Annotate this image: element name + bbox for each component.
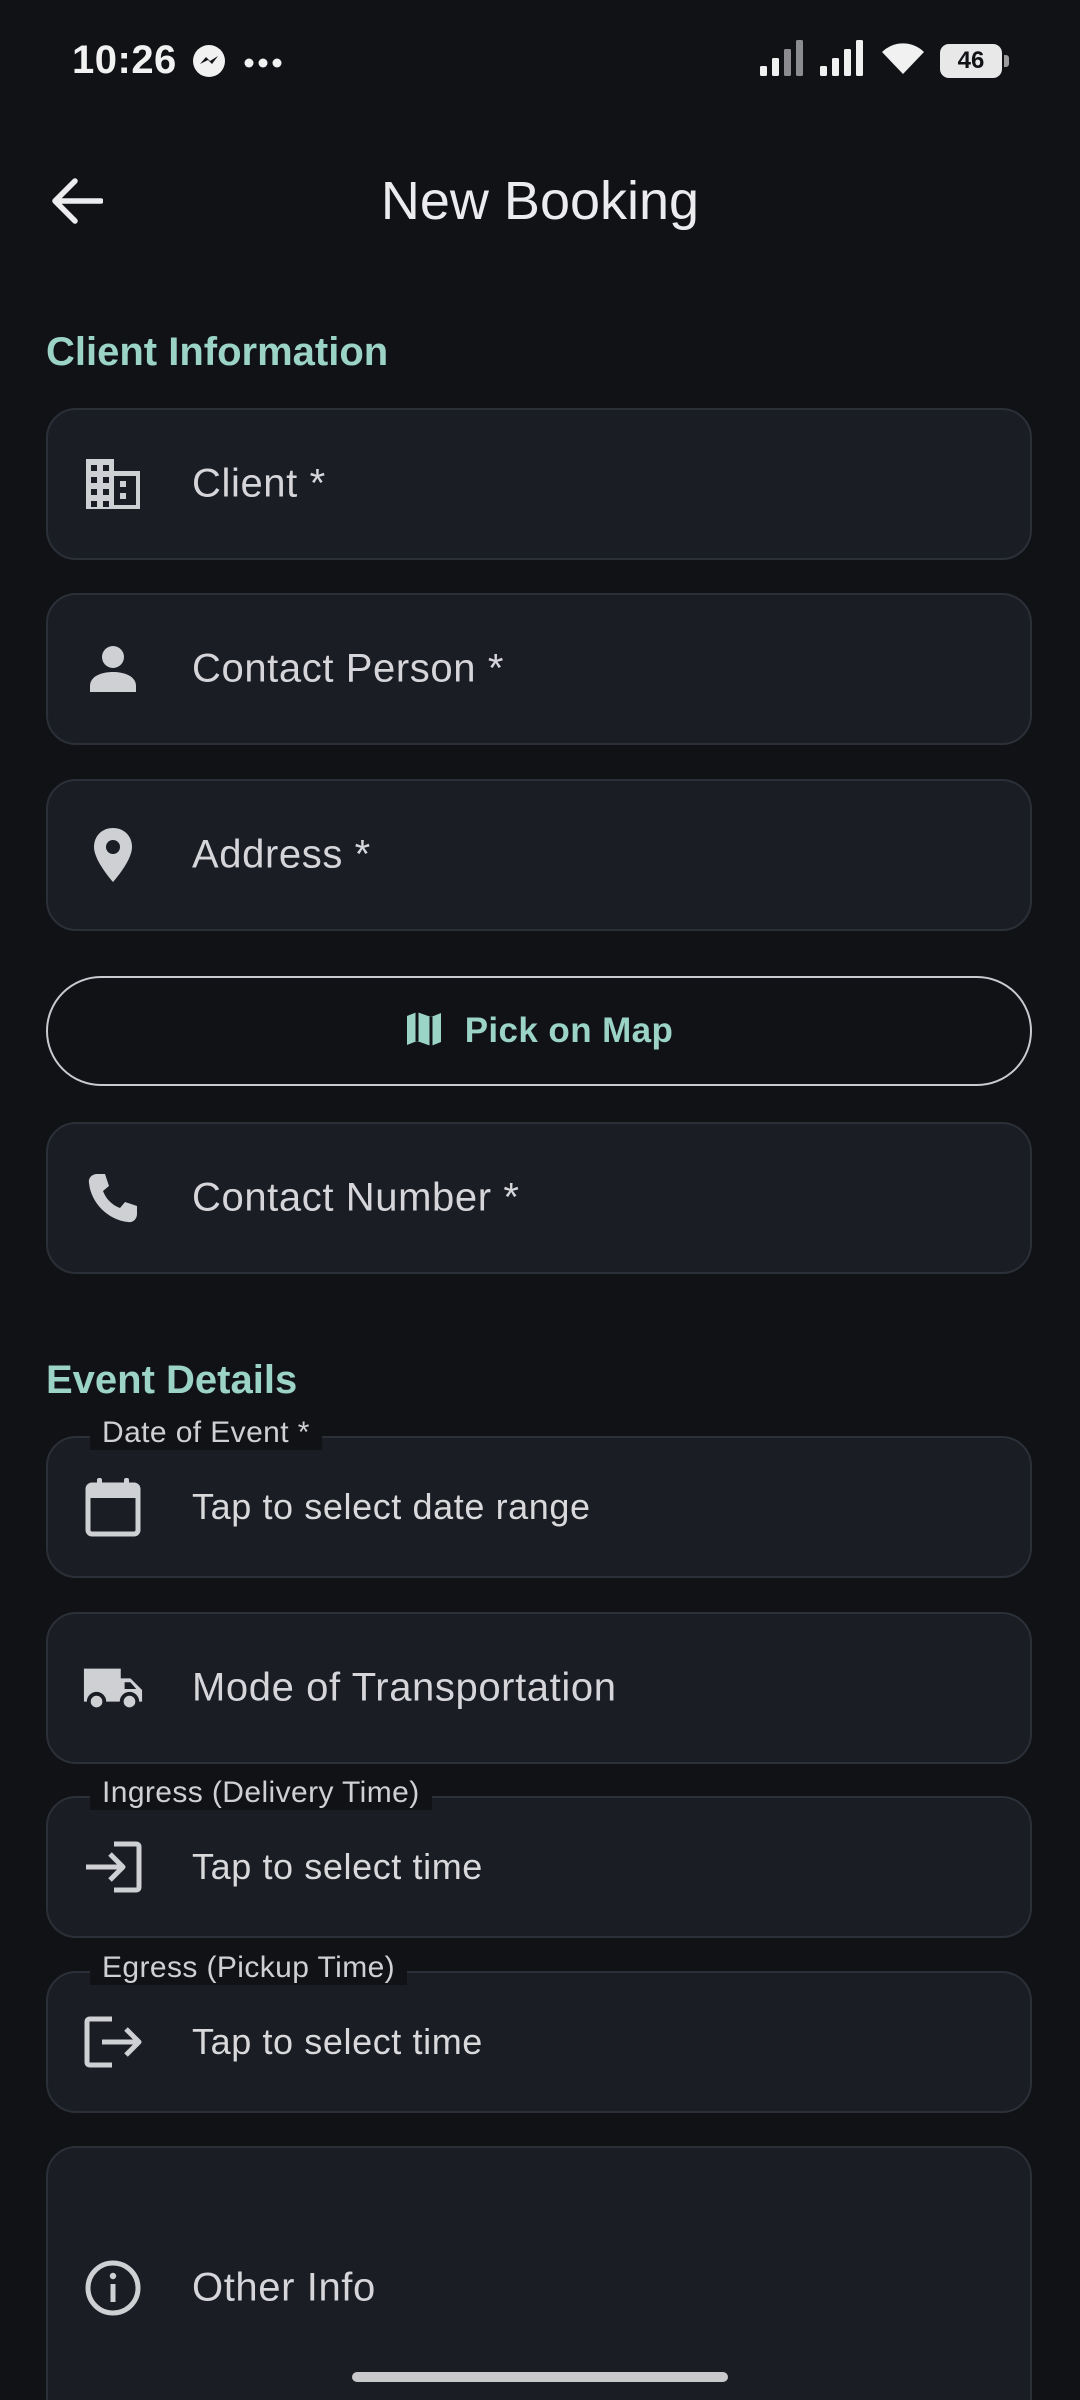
address-input: Address * xyxy=(192,832,371,877)
contact-number-input: Contact Number * xyxy=(192,1175,520,1220)
phone-icon xyxy=(82,1167,144,1229)
person-icon xyxy=(82,638,144,700)
egress-time-field[interactable]: Egress (Pickup Time) Tap to select time xyxy=(46,1951,1032,2113)
ingress-time-value: Tap to select time xyxy=(192,1846,483,1887)
contact-person-input: Contact Person * xyxy=(192,646,504,691)
other-info-field[interactable]: Other Info xyxy=(46,2146,1032,2400)
messenger-icon xyxy=(192,44,226,83)
mode-of-transportation-field[interactable]: Mode of Transportation xyxy=(46,1612,1032,1764)
other-info-input: Other Info xyxy=(192,2265,376,2310)
app-bar: New Booking xyxy=(0,150,1080,254)
new-booking-screen: 10:26 46 New Booking Client Information … xyxy=(0,0,1080,2400)
contact-number-field[interactable]: Contact Number * xyxy=(46,1122,1032,1274)
pick-on-map-label: Pick on Map xyxy=(464,1011,674,1050)
battery-icon: 46 xyxy=(940,43,1009,78)
client-field[interactable]: Client * xyxy=(46,408,1032,560)
login-icon xyxy=(82,1836,144,1898)
mode-of-transportation-input: Mode of Transportation xyxy=(192,1665,617,1710)
egress-time-label: Egress (Pickup Time) xyxy=(90,1951,408,1985)
section-title-event-details: Event Details xyxy=(46,1358,298,1402)
address-field[interactable]: Address * xyxy=(46,779,1032,931)
calendar-icon xyxy=(82,1476,144,1538)
signal-icon xyxy=(820,40,866,81)
signal-icon xyxy=(760,40,806,81)
status-bar: 10:26 46 xyxy=(0,0,1080,124)
logout-icon xyxy=(82,2011,144,2073)
pick-on-map-button[interactable]: Pick on Map xyxy=(46,976,1032,1086)
date-of-event-value: Tap to select date range xyxy=(192,1486,591,1527)
notification-icons xyxy=(192,44,282,83)
egress-time-value: Tap to select time xyxy=(192,2021,483,2062)
info-icon xyxy=(82,2257,144,2319)
map-icon xyxy=(405,1011,443,1052)
battery-level: 46 xyxy=(957,46,985,74)
more-dots-icon xyxy=(244,55,282,73)
page-title: New Booking xyxy=(380,171,700,231)
ingress-time-label: Ingress (Delivery Time) xyxy=(90,1776,432,1810)
truck-icon xyxy=(82,1657,144,1719)
ingress-time-field[interactable]: Ingress (Delivery Time) Tap to select ti… xyxy=(46,1776,1032,1938)
building-icon xyxy=(82,453,144,515)
status-time: 10:26 xyxy=(72,38,177,82)
home-indicator[interactable] xyxy=(352,2372,728,2382)
system-icons: 46 xyxy=(760,40,1009,81)
contact-person-field[interactable]: Contact Person * xyxy=(46,593,1032,745)
section-title-client-information: Client Information xyxy=(46,330,389,374)
date-of-event-field[interactable]: Date of Event * Tap to select date range xyxy=(46,1416,1032,1578)
wifi-icon xyxy=(880,40,926,81)
client-input: Client * xyxy=(192,461,326,506)
location-pin-icon xyxy=(82,824,144,886)
date-of-event-label: Date of Event * xyxy=(90,1416,322,1450)
